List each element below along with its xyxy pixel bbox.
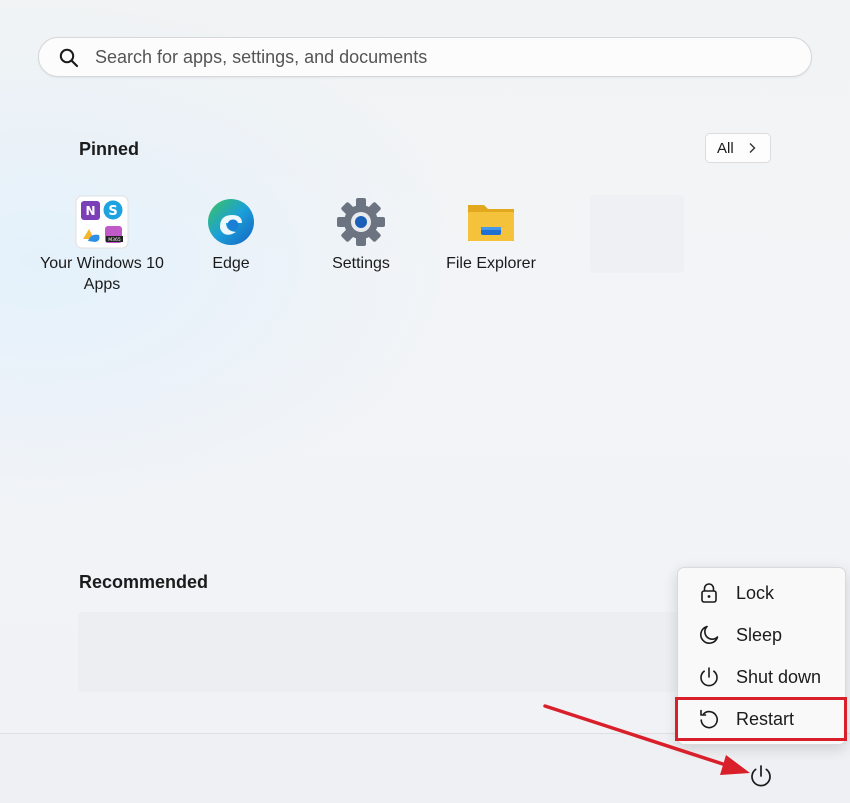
power-icon <box>751 765 771 787</box>
pinned-app-placeholder <box>590 195 684 273</box>
restart-icon <box>700 709 718 729</box>
gear-icon <box>334 195 388 249</box>
pinned-app-edge[interactable]: Edge <box>166 195 296 274</box>
svg-text:M365: M365 <box>108 237 121 243</box>
svg-text:N: N <box>85 204 95 218</box>
pinned-app-file-explorer[interactable]: File Explorer <box>426 195 556 274</box>
pinned-heading: Pinned <box>79 139 140 159</box>
windows-apps-folder-icon: N S M365 <box>75 195 129 249</box>
moon-icon <box>700 625 719 644</box>
search-input[interactable] <box>95 38 795 76</box>
power-button[interactable] <box>748 763 774 789</box>
search-icon <box>59 48 79 68</box>
power-icon <box>700 667 718 687</box>
app-label: File Explorer <box>446 255 536 272</box>
app-label: Your Windows 10 Apps <box>40 255 164 293</box>
pinned-app-windows-10-apps[interactable]: N S M365 Your Windows 10 Apps <box>37 195 167 295</box>
menu-item-restart[interactable]: Restart <box>678 700 845 738</box>
recommended-heading: Recommended <box>79 572 209 592</box>
svg-text:S: S <box>108 204 117 219</box>
lock-icon <box>701 583 717 603</box>
menu-item-label: Lock <box>736 583 775 603</box>
all-apps-button[interactable]: All <box>705 133 771 163</box>
menu-item-shut-down[interactable]: Shut down <box>678 658 845 696</box>
pinned-app-settings[interactable]: Settings <box>296 195 426 274</box>
search-box[interactable] <box>38 37 812 77</box>
edge-icon <box>204 195 258 249</box>
menu-item-sleep[interactable]: Sleep <box>678 616 845 654</box>
menu-item-label: Restart <box>736 709 795 729</box>
chevron-right-icon <box>749 143 756 153</box>
all-apps-label: All <box>717 139 734 157</box>
menu-item-label: Shut down <box>736 667 822 687</box>
menu-item-label: Sleep <box>736 625 783 645</box>
power-menu: Lock Sleep Shut down Restart <box>677 567 846 745</box>
recommended-list <box>78 612 718 692</box>
menu-item-lock[interactable]: Lock <box>678 574 845 612</box>
folder-icon <box>464 195 518 249</box>
app-label: Edge <box>212 255 250 272</box>
app-label: Settings <box>332 255 390 272</box>
